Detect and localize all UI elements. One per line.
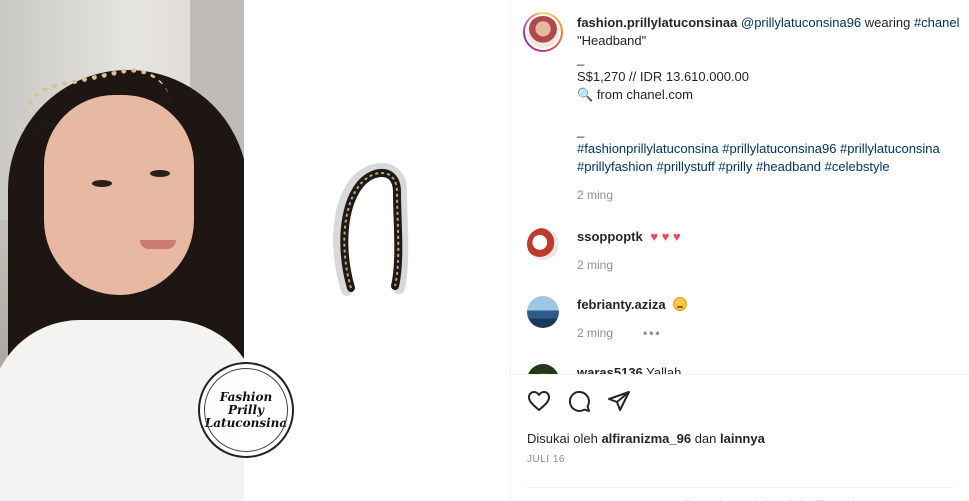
more-options-icon[interactable]: ••• <box>643 324 662 342</box>
watermark-line2: Prilly <box>228 402 264 417</box>
watermark-line3: Latuconsina <box>204 415 288 430</box>
comment-username[interactable]: febrianty.aziza <box>577 297 666 312</box>
commenter-avatar[interactable] <box>527 364 559 374</box>
caption-row: fashion.prillylatuconsinaa @prillylatuco… <box>523 12 969 204</box>
watermark-line1: Fashion <box>219 389 273 404</box>
comment-bubble-icon[interactable] <box>567 389 591 413</box>
post-actions: Disukai oleh alfiranizma_96 dan lainnya … <box>511 374 969 501</box>
post-media[interactable]: Fashion Prilly Latuconsina <box>0 0 511 501</box>
hashtags-line-2[interactable]: #prillyfashion #prillystuff #prilly #hea… <box>577 158 969 176</box>
comment-username[interactable]: ssoppoptk <box>577 229 643 244</box>
comment-row: waras5136 Yallah <box>527 364 969 374</box>
caption-line-6: _ <box>577 123 585 138</box>
search-icon: 🔍 <box>577 87 594 102</box>
liked-by-others[interactable]: lainnya <box>720 431 765 446</box>
comment-row: febrianty.aziza 2 ming ••• <box>527 296 969 342</box>
author-avatar[interactable] <box>523 12 563 52</box>
comment-time[interactable]: 2 ming <box>577 256 969 274</box>
commenter-avatar[interactable] <box>527 296 559 328</box>
caption-line-5 <box>577 104 969 122</box>
caption-line-4: from chanel.com <box>596 87 693 102</box>
caption-time[interactable]: 2 ming <box>577 186 969 204</box>
liked-by-prefix: Disukai oleh <box>527 431 598 446</box>
comment-text: Yallah <box>646 365 682 374</box>
post-modal: Fashion Prilly Latuconsina fashion.prill… <box>0 0 969 501</box>
mention-link[interactable]: @prillylatuconsina96 <box>741 15 861 30</box>
commenter-avatar[interactable] <box>527 228 559 260</box>
caption-line-1: "Headband" <box>577 33 647 48</box>
action-icons <box>527 389 953 413</box>
comment-time[interactable]: 2 ming <box>577 324 613 342</box>
caption-line-3: S$1,270 // IDR 13.610.000.00 <box>577 69 750 84</box>
liked-by-and: dan <box>694 431 717 446</box>
share-paper-plane-icon[interactable] <box>607 389 631 413</box>
post-side-panel: fashion.prillylatuconsinaa @prillylatuco… <box>511 0 969 501</box>
comment-username[interactable]: waras5136 <box>577 365 643 374</box>
caption-line-2: _ <box>577 51 585 66</box>
heart-emoji-text: ♥ ♥ ♥ <box>650 229 681 244</box>
emoji-face-icon <box>673 297 688 311</box>
fashion-prilly-watermark-logo: Fashion Prilly Latuconsina <box>198 362 294 458</box>
liked-by-user[interactable]: alfiranizma_96 <box>601 431 691 446</box>
comment-row: ssoppoptk ♥ ♥ ♥ 2 ming <box>527 228 969 274</box>
comments-list[interactable]: fashion.prillylatuconsinaa @prillylatuco… <box>511 0 969 374</box>
liked-by-text: Disukai oleh alfiranizma_96 dan lainnya <box>527 431 953 446</box>
heart-outline-icon[interactable] <box>527 389 551 413</box>
brand-hashtag[interactable]: #chanel <box>914 15 960 30</box>
hashtags-line-1[interactable]: #fashionprillylatuconsina #prillylatucon… <box>577 140 969 158</box>
author-username[interactable]: fashion.prillylatuconsinaa <box>577 15 737 30</box>
post-date[interactable]: JULI 16 <box>527 454 953 465</box>
comments-limited-notice: Komentar di postingan ini sudah dibatasi… <box>527 487 953 501</box>
wearing-text: wearing <box>864 15 911 30</box>
